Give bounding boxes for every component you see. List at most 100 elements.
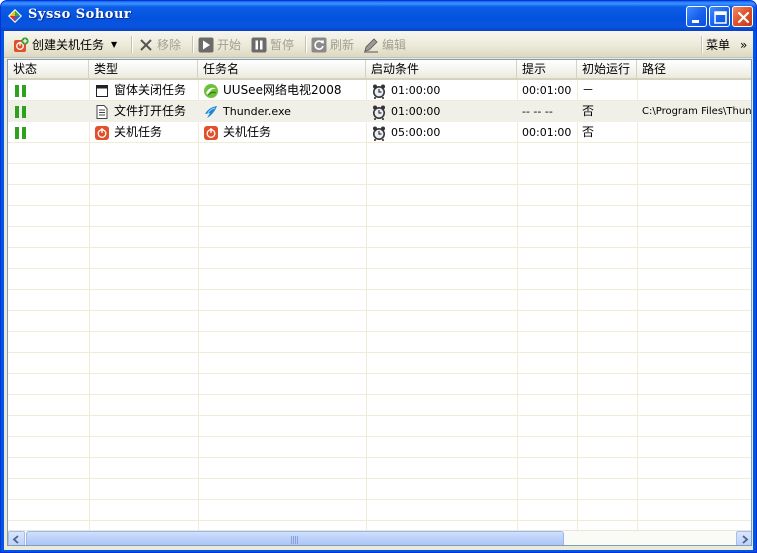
chevron-right-icon	[742, 535, 749, 544]
type-label: 关机任务	[114, 125, 163, 139]
type-cell: 窗体关闭任务	[89, 80, 198, 101]
thunder-logo-icon	[205, 105, 217, 118]
create-task-label: 创建关机任务	[32, 38, 105, 52]
edit-button[interactable]: 编辑	[363, 34, 406, 55]
table-row[interactable]: 文件打开任务 Thunder.exe 01:00:00 -- -- -- 否 C…	[8, 101, 752, 122]
create-task-icon	[14, 36, 29, 52]
alarm-clock-icon	[373, 84, 385, 99]
remove-button[interactable]: 移除	[138, 34, 181, 55]
column-header-type[interactable]: 类型	[89, 60, 198, 78]
initial-run-cell: －	[582, 83, 595, 97]
status-cell	[8, 122, 89, 143]
close-icon	[737, 11, 750, 24]
grid-line	[8, 331, 751, 332]
grid-line	[8, 184, 751, 185]
menu-label: 菜单	[706, 38, 731, 52]
list-header: 状态 类型 任务名 启动条件 提示 初始运行 路径	[8, 60, 751, 80]
path-cell	[637, 122, 751, 143]
maximize-button[interactable]	[709, 6, 730, 27]
refresh-label: 刷新	[330, 38, 355, 52]
app-window: Sysso Sohour 创建关机任务 ▼ 移除 开始 暂停 刷新 编辑 菜单 …	[0, 0, 757, 553]
column-header-task-name[interactable]: 任务名	[198, 60, 366, 78]
start-label: 开始	[217, 38, 242, 52]
column-header-condition[interactable]: 启动条件	[366, 60, 517, 78]
grid-line	[8, 499, 751, 500]
column-header-path[interactable]: 路径	[637, 60, 751, 78]
task-list[interactable]: 状态 类型 任务名 启动条件 提示 初始运行 路径 窗体关闭任务 UUSee网络…	[7, 59, 752, 546]
type-cell: 关机任务	[89, 122, 198, 143]
column-header-status[interactable]: 状态	[8, 60, 89, 78]
pause-label: 暂停	[270, 38, 295, 52]
close-button[interactable]	[732, 6, 753, 27]
grid-line	[8, 226, 751, 227]
title-bar[interactable]: Sysso Sohour	[1, 1, 756, 31]
column-header-hint[interactable]: 提示	[517, 60, 577, 78]
task-name-label: 关机任务	[223, 125, 272, 139]
create-shutdown-task-button[interactable]: 创建关机任务 ▼	[13, 34, 117, 55]
grid-line	[517, 80, 518, 530]
path-cell: C:\Program Files\Thund	[642, 106, 752, 117]
pause-button[interactable]: 暂停	[251, 34, 294, 55]
type-cell: 文件打开任务	[89, 101, 198, 122]
remove-label: 移除	[157, 38, 182, 52]
type-label: 文件打开任务	[114, 104, 187, 118]
scrollbar-thumb[interactable]	[26, 531, 564, 545]
task-name-cell: 关机任务	[198, 122, 366, 143]
task-name-label: Thunder.exe	[223, 105, 291, 118]
dropdown-arrow-icon[interactable]: ▼	[111, 40, 117, 49]
grid-line	[8, 457, 751, 458]
type-label: 窗体关闭任务	[114, 83, 187, 97]
grid-line	[8, 520, 751, 521]
grid-line	[8, 436, 751, 437]
task-name-cell: Thunder.exe	[198, 101, 366, 122]
grid-line	[8, 310, 751, 311]
uusee-logo-icon	[204, 83, 218, 98]
horizontal-scrollbar[interactable]	[8, 530, 751, 545]
pause-icon	[15, 84, 26, 97]
toolbar-separator	[305, 36, 306, 53]
scroll-right-button[interactable]	[736, 531, 751, 545]
table-row[interactable]: 窗体关闭任务 UUSee网络电视2008 01:00:00 00:01:00 －	[8, 80, 751, 101]
minimize-icon	[692, 20, 699, 23]
scroll-left-button[interactable]	[8, 531, 25, 545]
chevron-right-icon: »	[740, 37, 748, 52]
condition-cell: 01:00:00	[366, 101, 517, 122]
play-icon	[198, 37, 214, 52]
condition-label: 01:00:00	[391, 84, 441, 97]
start-button[interactable]: 开始	[198, 34, 241, 55]
grid-line	[8, 394, 751, 395]
toolbar-overflow-button[interactable]: »	[740, 34, 747, 55]
window-title: Sysso Sohour	[28, 7, 132, 22]
power-icon	[204, 125, 218, 140]
document-icon	[96, 104, 108, 119]
refresh-button[interactable]: 刷新	[311, 34, 354, 55]
alarm-clock-icon	[373, 126, 385, 141]
path-cell	[637, 80, 751, 101]
window-icon	[96, 84, 108, 97]
alarm-clock-icon	[373, 105, 385, 120]
grid-line	[8, 163, 751, 164]
grid-line	[8, 247, 751, 248]
list-body: 窗体关闭任务 UUSee网络电视2008 01:00:00 00:01:00 －	[8, 80, 752, 530]
hint-cell: 00:01:00	[522, 84, 572, 97]
condition-label: 05:00:00	[391, 126, 441, 139]
task-name-cell: UUSee网络电视2008	[198, 80, 366, 101]
grid-line	[8, 478, 751, 479]
menu-button[interactable]: 菜单	[706, 34, 730, 55]
maximize-icon	[714, 11, 727, 24]
condition-label: 01:00:00	[391, 105, 441, 118]
scrollbar-grip-icon	[291, 536, 299, 544]
pause-icon	[251, 37, 267, 52]
grid-line	[198, 80, 199, 530]
initial-run-cell: 否	[582, 104, 595, 118]
minimize-button[interactable]	[686, 6, 707, 27]
grid-line	[366, 80, 367, 530]
grid-line	[8, 373, 751, 374]
grid-line	[8, 352, 751, 353]
table-row[interactable]: 关机任务 关机任务 05:00:00 00:01:00 否	[8, 122, 751, 143]
status-cell	[8, 80, 89, 101]
refresh-icon	[311, 37, 327, 52]
grid-line	[637, 80, 638, 530]
column-header-initial-run[interactable]: 初始运行	[577, 60, 637, 78]
toolbar: 创建关机任务 ▼ 移除 开始 暂停 刷新 编辑 菜单 »	[4, 31, 753, 58]
